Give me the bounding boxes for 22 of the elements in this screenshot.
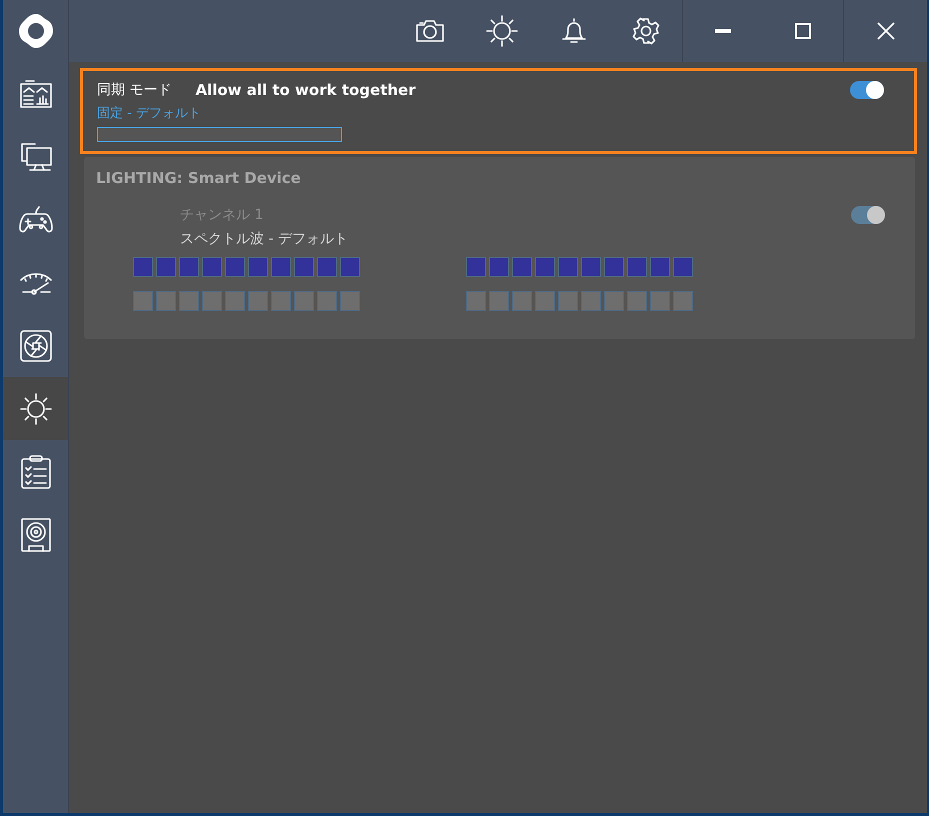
device-title: LIGHTING: Smart Device <box>96 169 302 187</box>
chart-panel-icon <box>18 78 52 108</box>
sun-icon[interactable] <box>485 14 519 48</box>
effect-label: スペクトル波 - デフォルト <box>180 230 349 248</box>
minimize-icon[interactable] <box>715 29 731 33</box>
sidebar-item[interactable] <box>3 377 68 440</box>
speaker-icon <box>20 516 52 552</box>
bell-icon[interactable] <box>561 17 587 45</box>
maximize-icon[interactable] <box>795 23 811 39</box>
camera-icon[interactable] <box>415 19 445 43</box>
mode-value: 固定 - デフォルト <box>97 105 202 122</box>
toggle-switch[interactable] <box>850 81 884 99</box>
sun-icon <box>18 392 52 426</box>
close-icon[interactable] <box>876 22 894 40</box>
settings-icon[interactable] <box>632 17 660 45</box>
checklist-icon <box>20 454 52 490</box>
logo-icon <box>18 13 54 49</box>
mode-title: Allow all to work together <box>195 81 417 99</box>
gamepad-icon <box>18 206 52 234</box>
mode-label: 同期 モード <box>97 81 172 99</box>
monitor-icon <box>18 140 52 172</box>
fan-icon <box>18 328 52 362</box>
